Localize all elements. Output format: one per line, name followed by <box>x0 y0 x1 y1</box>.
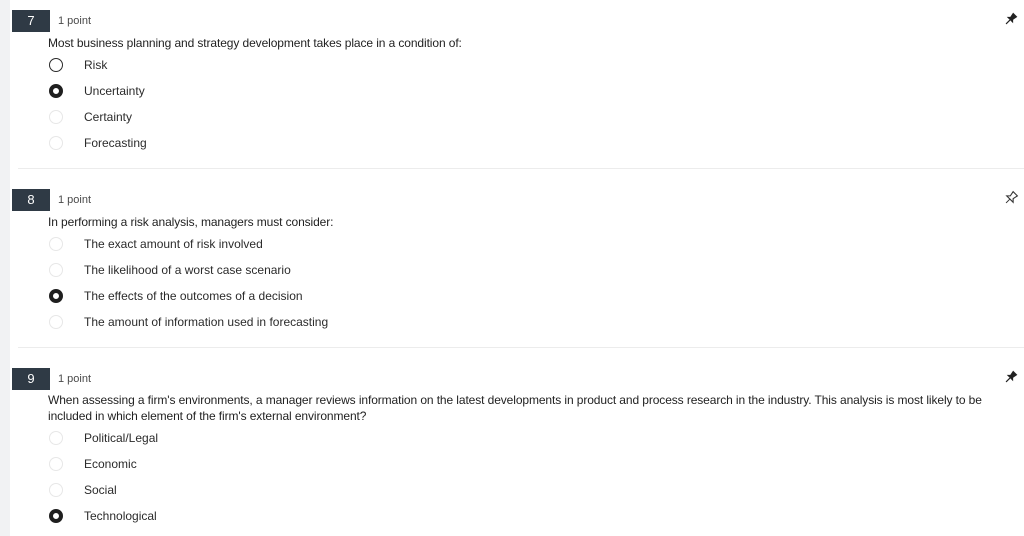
answer-option[interactable]: The likelihood of a worst case scenario <box>48 261 548 283</box>
radio-button-selected[interactable] <box>49 509 63 523</box>
question-number-badge: 7 <box>12 10 50 32</box>
answer-option[interactable]: The amount of information used in foreca… <box>48 313 548 335</box>
pin-filled-icon[interactable] <box>1003 369 1019 385</box>
answer-label: Risk <box>84 58 108 72</box>
answer-label: The likelihood of a worst case scenario <box>84 263 291 277</box>
answer-option[interactable]: Forecasting <box>48 134 548 156</box>
question-prompt: Most business planning and strategy deve… <box>48 36 462 50</box>
answer-label: Uncertainty <box>84 84 145 98</box>
answer-label: The amount of information used in foreca… <box>84 315 329 329</box>
radio-button[interactable] <box>49 237 63 251</box>
answer-label: Economic <box>84 457 137 471</box>
answer-option[interactable]: The exact amount of risk involved <box>48 235 548 257</box>
answer-label: Forecasting <box>84 136 147 150</box>
question-divider <box>18 347 1024 348</box>
answer-option[interactable]: Certainty <box>48 108 548 130</box>
question-9: 9 1 point When assessing a firm's enviro… <box>0 358 1024 536</box>
question-prompt: In performing a risk analysis, managers … <box>48 215 334 229</box>
answer-option[interactable]: Social <box>48 481 548 503</box>
question-points: 1 point <box>58 373 92 385</box>
answer-option[interactable]: Technological <box>48 507 548 529</box>
question-number-badge: 9 <box>12 368 50 390</box>
answer-label: Political/Legal <box>84 431 159 445</box>
answer-option[interactable]: Political/Legal <box>48 429 548 451</box>
radio-button[interactable] <box>49 483 63 497</box>
radio-button-selected[interactable] <box>49 84 63 98</box>
answer-option[interactable]: Uncertainty <box>48 82 548 104</box>
answer-label: The effects of the outcomes of a decisio… <box>84 289 303 303</box>
answer-label: Social <box>84 483 117 497</box>
radio-button[interactable] <box>49 431 63 445</box>
question-divider <box>18 168 1024 169</box>
answer-label: The exact amount of risk involved <box>84 237 263 251</box>
answer-option[interactable]: Economic <box>48 455 548 477</box>
question-points: 1 point <box>58 194 92 206</box>
radio-button[interactable] <box>49 110 63 124</box>
radio-button[interactable] <box>49 263 63 277</box>
radio-button[interactable] <box>49 136 63 150</box>
question-number-badge: 8 <box>12 189 50 211</box>
answer-label: Technological <box>84 509 157 523</box>
radio-button[interactable] <box>49 457 63 471</box>
question-prompt: When assessing a firm's environments, a … <box>48 393 982 423</box>
radio-button-selected[interactable] <box>49 289 63 303</box>
pin-filled-icon[interactable] <box>1003 11 1019 27</box>
answer-label: Certainty <box>84 110 133 124</box>
answer-option[interactable]: Risk <box>48 56 548 78</box>
question-8: 8 1 point In performing a risk analysis,… <box>0 179 1024 349</box>
question-7: 7 1 point Most business planning and str… <box>0 0 1024 170</box>
question-points: 1 point <box>58 15 92 27</box>
radio-button[interactable] <box>49 315 63 329</box>
answer-option[interactable]: The effects of the outcomes of a decisio… <box>48 287 548 309</box>
radio-button[interactable] <box>49 58 63 72</box>
pin-outline-icon[interactable] <box>1003 190 1019 206</box>
quiz-page: 7 1 point Most business planning and str… <box>0 0 1024 536</box>
